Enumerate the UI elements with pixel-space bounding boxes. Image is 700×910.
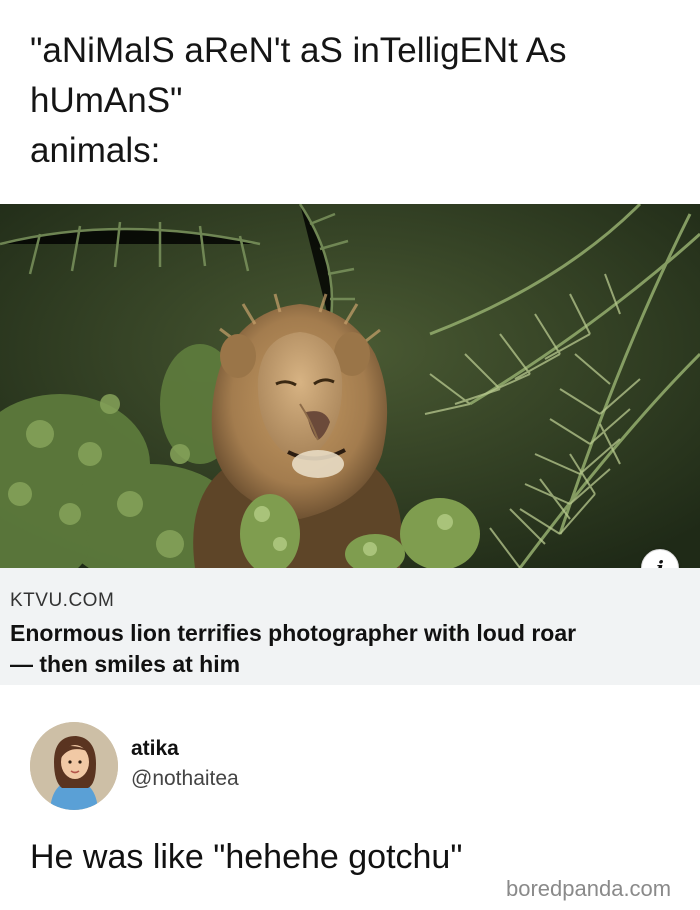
link-title: Enormous lion terrifies photographer wit… <box>10 618 695 680</box>
meme-caption: "aNiMalS aReN't aS inTelligENt As hUmAnS… <box>30 26 680 176</box>
caption-line-1: "aNiMalS aReN't aS inTelligENt As <box>30 31 567 70</box>
caption-line-2: hUmAnS" <box>30 81 183 120</box>
link-source: KTVU.COM <box>10 590 115 611</box>
watermark: boredpanda.com <box>506 876 672 901</box>
tweet-text: He was like "hehehe gotchu" <box>30 838 463 876</box>
link-preview-card[interactable]: KTVU.COM Enormous lion terrifies photogr… <box>0 568 700 685</box>
link-title-line-2: — then smiles at him <box>10 651 241 677</box>
tweet-author-name[interactable]: atika <box>131 737 179 761</box>
lion-photo[interactable] <box>0 204 700 568</box>
link-title-line-1: Enormous lion terrifies photographer wit… <box>10 620 577 646</box>
avatar[interactable] <box>30 722 118 810</box>
avatar-illustration-icon <box>30 722 118 810</box>
caption-line-3: animals: <box>30 131 161 170</box>
tweet-author-handle[interactable]: @nothaitea <box>131 767 239 791</box>
lion-in-foliage-image <box>0 204 700 568</box>
